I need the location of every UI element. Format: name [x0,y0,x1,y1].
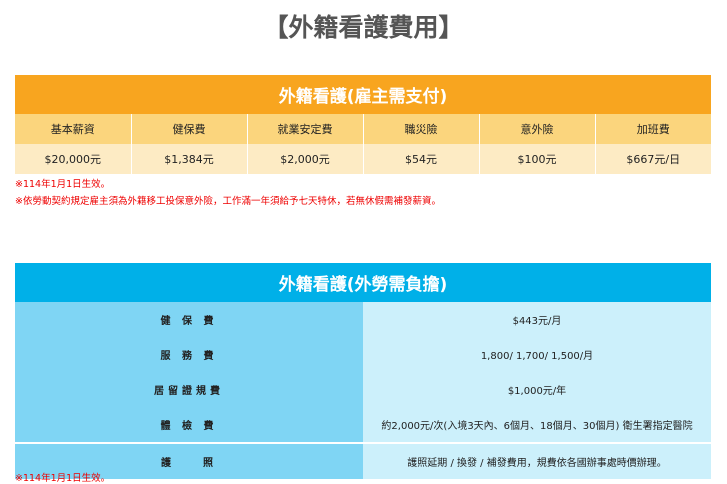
row-label: 體 檢 費 [15,407,363,443]
table-row: 健 保 費 $443元/月 [15,302,711,337]
table-cell: $2,000元 [246,144,363,174]
row-value: $443元/月 [363,302,711,337]
column-header: 意外險 [478,114,595,144]
row-value: 護照延期 / 換發 / 補發費用，規費依各國辦事處時價辦理。 [363,442,711,479]
column-header: 就業安定費 [246,114,363,144]
row-label: 居留證規費 [15,372,363,407]
row-value: 約2,000元/次(入境3天內、6個月、18個月、30個月) 衛生署指定醫院 [363,407,711,443]
row-value: $1,000元/年 [363,372,711,407]
effective-date-note: ※114年1月1日生效。 [15,473,111,484]
table-cell: $54元 [362,144,479,174]
column-header: 加班費 [594,114,711,144]
table-cell: $20,000元 [15,144,131,174]
worker-cost-table: 外籍看護(外勞需負擔) 健 保 費 $443元/月 服 務 費 1,800/ 1,7… [15,263,711,479]
page-title: 【外籍看護費用】 [263,13,464,42]
row-value: 1,800/ 1,700/ 1,500/月 [363,337,711,372]
table-cell: $1,384元 [130,144,247,174]
table-cell: $100元 [478,144,595,174]
table-cell: $667元/日 [594,144,711,174]
column-header: 健保費 [130,114,247,144]
worker-table-heading: 外籍看護(外勞需負擔) [15,263,711,302]
table-row: 服 務 費 1,800/ 1,700/ 1,500/月 [15,337,711,372]
column-header: 職災險 [362,114,479,144]
effective-date-note: ※114年1月1日生效。 [15,179,111,190]
row-label: 服 務 費 [15,337,363,372]
table-row: 居留證規費 $1,000元/年 [15,372,711,407]
row-label: 健 保 費 [15,302,363,337]
employer-cost-table: 外籍看護(雇主需支付) 基本薪資 健保費 就業安定費 職災險 意外險 加班費 $… [15,75,711,174]
table-row: 體 檢 費約2,000元/次(入境3天內、6個月、18個月、30個月) 衛生署指… [15,407,711,443]
employer-table-heading: 外籍看護(雇主需支付) [15,75,711,114]
column-header: 基本薪資 [15,114,131,144]
insurance-note: ※依勞動契約規定雇主須為外籍移工投保意外險，工作滿一年須給予七天特休，若無休假需… [15,196,441,207]
table-row: 護 照護照延期 / 換發 / 補發費用，規費依各國辦事處時價辦理。 [15,442,711,479]
